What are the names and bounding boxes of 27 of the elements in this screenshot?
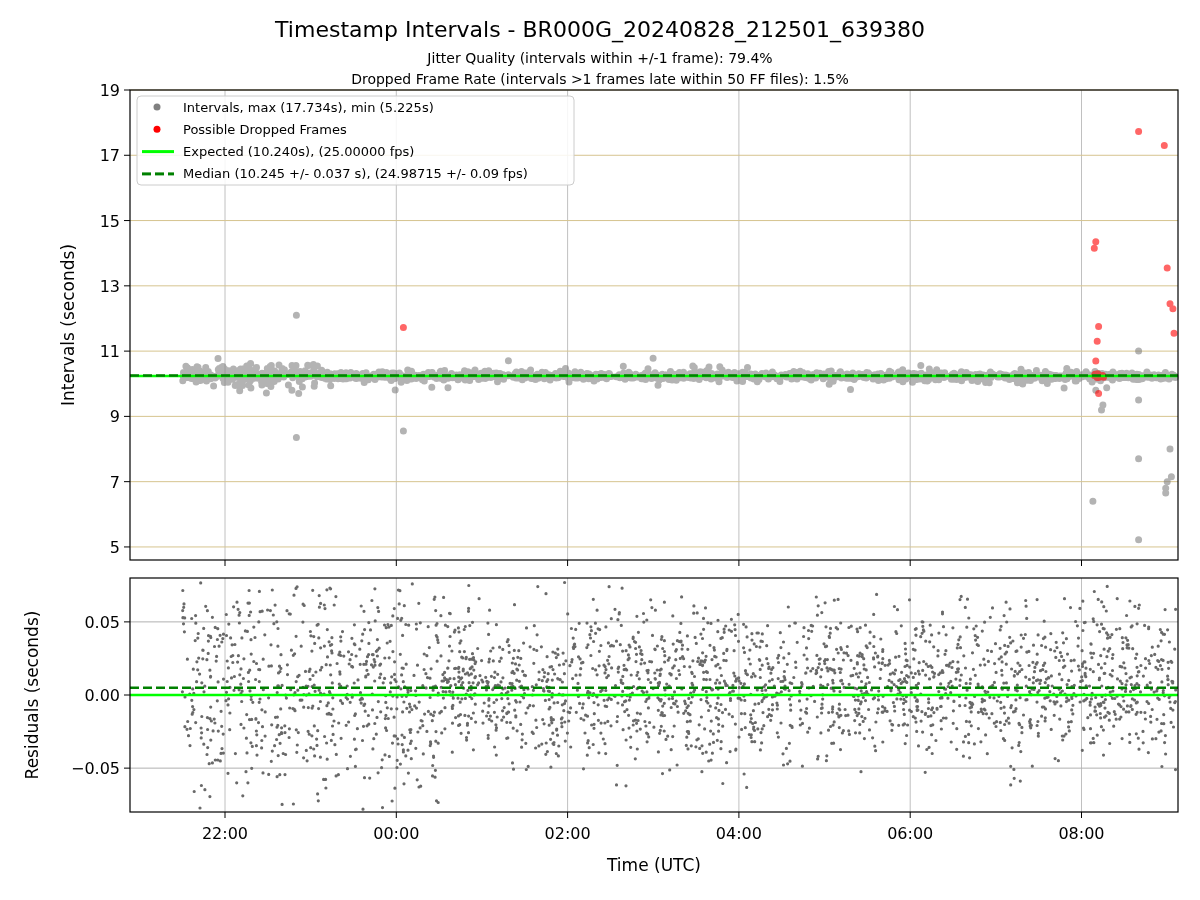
legend-label: Possible Dropped Frames [183,121,347,137]
y-tick-label: 15 [99,211,120,231]
legend-label: Median (10.245 +/- 0.037 s), (24.98715 +/- 0.09 fps) [183,166,528,182]
legend-label: Expected (10.240s), (25.00000 fps) [183,144,415,160]
y-tick-label: 11 [99,342,120,362]
chart-title: Timestamp Intervals - BR000G_20240828_212501_639380 [275,17,925,42]
x-tick-label: 00:00 [373,824,420,843]
y-tick-label: −0.05 [70,759,120,779]
x-tick-label: 06:00 [887,824,934,843]
x-tick-label: 02:00 [544,824,591,843]
y-tick-label: 7 [109,472,120,492]
x-tick-label: 04:00 [715,824,762,843]
x-tick-label: 22:00 [201,824,249,843]
y-tick-label: 13 [99,276,120,296]
y-tick-label: 9 [109,407,120,427]
y-tick-label: 5 [109,537,120,557]
x-tick-label: 08:00 [1058,824,1105,843]
chart-subtitle: Dropped Frame Rate (intervals >1 frames late within 50 FF files): 1.5% [351,71,849,87]
y-axis-label: Residuals (seconds) [22,610,42,780]
x-axis-label: Time (UTC) [607,855,701,875]
y-tick-label: 17 [99,146,120,166]
legend-label: Intervals, max (17.734s), min (5.225s) [183,99,434,115]
y-axis-label: Intervals (seconds) [58,243,78,407]
chart-subtitle: Jitter Quality (intervals within +/-1 frame): 79.4% [427,50,773,66]
y-tick-label: 19 [99,81,120,100]
y-tick-label: 0.05 [84,612,120,632]
y-tick-label: 0.00 [84,686,120,705]
